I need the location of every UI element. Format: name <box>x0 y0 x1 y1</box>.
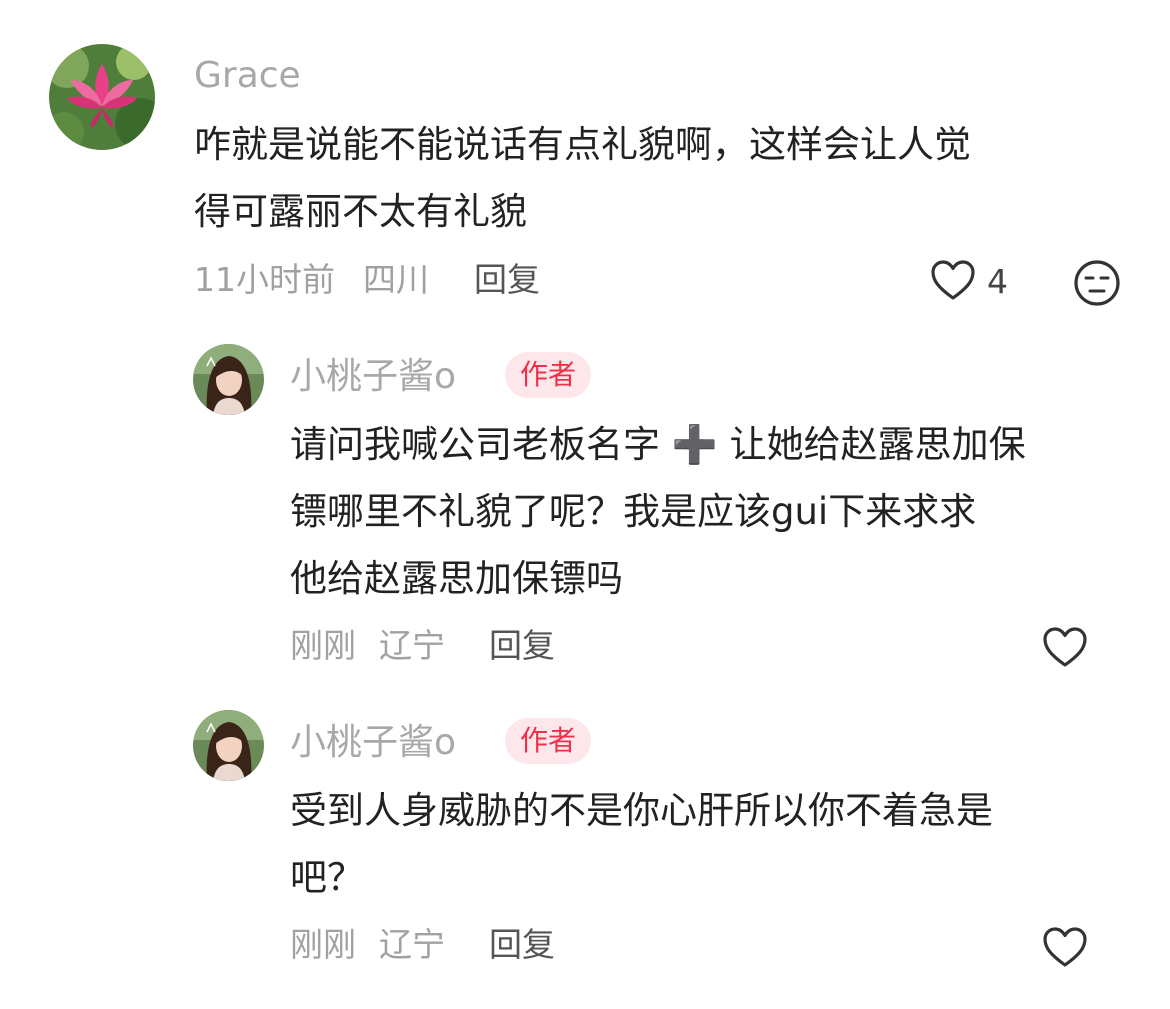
like-count: 4 <box>987 262 1008 301</box>
avatar[interactable] <box>193 344 264 415</box>
reply-text-line-3: 他给赵露思加保镖吗 <box>290 557 623 600</box>
reply-text-line-2: 镖哪里不礼貌了呢？我是应该gui下来求求 <box>290 490 977 533</box>
reply-button[interactable]: 回复 <box>489 925 555 965</box>
reply-text-line-2: 吧？ <box>290 856 364 899</box>
heart-outline-icon[interactable] <box>930 259 976 305</box>
author-badge: 作者 <box>505 352 592 398</box>
reply-text-line-1: 请问我喊公司老板名字 ➕ 让她给赵露思加保 <box>290 423 1026 466</box>
reply-username[interactable]: 小桃子酱o <box>290 721 456 765</box>
reply-location: 辽宁 <box>379 626 445 665</box>
comment-time: 11小时前 <box>194 260 335 299</box>
heart-outline-icon[interactable] <box>1042 926 1088 972</box>
unamused-face-icon[interactable] <box>1073 259 1121 311</box>
comment-text-line-2: 得可露丽不太有礼貌 <box>194 190 527 233</box>
comment-text-line-1: 咋就是说能不能说话有点礼貌啊，这样会让人觉 <box>194 123 971 166</box>
comment-username[interactable]: Grace <box>194 54 301 98</box>
author-badge: 作者 <box>505 718 592 764</box>
reply-time: 刚刚 <box>290 626 356 665</box>
reply-text-line-1: 受到人身威胁的不是你心肝所以你不着急是 <box>290 789 993 832</box>
reply-time: 刚刚 <box>290 925 356 964</box>
reply-button[interactable]: 回复 <box>474 260 540 300</box>
reply-button[interactable]: 回复 <box>489 626 555 666</box>
avatar[interactable] <box>49 44 155 150</box>
reply-location: 辽宁 <box>379 925 445 964</box>
comment-location: 四川 <box>363 260 429 299</box>
avatar[interactable] <box>193 710 264 781</box>
reply-username[interactable]: 小桃子酱o <box>290 355 456 399</box>
heart-outline-icon[interactable] <box>1042 626 1088 672</box>
